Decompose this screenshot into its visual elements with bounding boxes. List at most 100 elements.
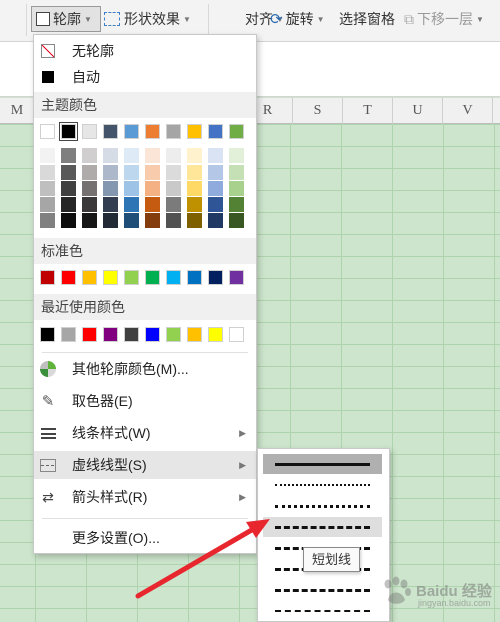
standard-color-swatch[interactable] (208, 270, 223, 285)
recent-color-swatch[interactable] (229, 327, 244, 342)
arrow-style-item[interactable]: ⇄ 箭头样式(R) ▶ (34, 483, 256, 511)
rotate-button[interactable]: ⟳ 旋转 ▼ (270, 6, 325, 32)
standard-color-swatch[interactable] (40, 270, 55, 285)
theme-shade-swatch[interactable] (145, 197, 160, 212)
theme-shade-swatch[interactable] (61, 165, 76, 180)
theme-shade-swatch[interactable] (82, 165, 97, 180)
dash-type-item[interactable]: 虚线线型(S) ▶ (34, 451, 256, 479)
standard-color-swatch[interactable] (61, 270, 76, 285)
theme-shade-swatch[interactable] (61, 197, 76, 212)
theme-color-swatch[interactable] (124, 124, 139, 139)
theme-shade-swatch[interactable] (124, 165, 139, 180)
theme-shade-swatch[interactable] (208, 213, 223, 228)
theme-color-swatch[interactable] (166, 124, 181, 139)
theme-shade-swatch[interactable] (82, 213, 97, 228)
theme-color-swatch[interactable] (145, 124, 160, 139)
theme-shade-swatch[interactable] (103, 213, 118, 228)
theme-color-swatch[interactable] (229, 124, 244, 139)
theme-shade-swatch[interactable] (82, 181, 97, 196)
standard-color-swatch[interactable] (103, 270, 118, 285)
theme-shade-swatch[interactable] (40, 165, 55, 180)
theme-shade-swatch[interactable] (40, 213, 55, 228)
theme-shade-swatch[interactable] (124, 148, 139, 163)
dash-type-option-long-dash-dot[interactable] (263, 580, 382, 600)
standard-color-swatch[interactable] (145, 270, 160, 285)
theme-shade-swatch[interactable] (208, 181, 223, 196)
theme-shade-swatch[interactable] (124, 197, 139, 212)
theme-shade-swatch[interactable] (229, 213, 244, 228)
theme-shade-swatch[interactable] (229, 165, 244, 180)
recent-color-swatch[interactable] (82, 327, 97, 342)
theme-color-swatch[interactable] (208, 124, 223, 139)
theme-shade-swatch[interactable] (61, 181, 76, 196)
standard-color-swatch[interactable] (82, 270, 97, 285)
theme-shade-swatch[interactable] (40, 148, 55, 163)
column-header-m[interactable]: M (0, 98, 35, 124)
more-outline-colors-item[interactable]: 其他轮廓颜色(M)... (34, 355, 256, 383)
standard-color-swatch[interactable] (124, 270, 139, 285)
recent-color-swatch[interactable] (166, 327, 181, 342)
recent-color-swatch[interactable] (40, 327, 55, 342)
theme-shade-swatch[interactable] (208, 197, 223, 212)
theme-shade-swatch[interactable] (187, 181, 202, 196)
theme-shade-swatch[interactable] (103, 148, 118, 163)
recent-color-swatch[interactable] (208, 327, 223, 342)
recent-color-swatch[interactable] (61, 327, 76, 342)
send-backward-button[interactable]: ⧉ 下移一层 ▼ (404, 6, 484, 32)
theme-shade-swatch[interactable] (187, 148, 202, 163)
theme-shade-swatch[interactable] (103, 197, 118, 212)
theme-shade-swatch[interactable] (103, 165, 118, 180)
theme-shade-swatch[interactable] (61, 213, 76, 228)
theme-shade-swatch[interactable] (187, 213, 202, 228)
theme-shade-swatch[interactable] (166, 181, 181, 196)
theme-shade-swatch[interactable] (229, 197, 244, 212)
selection-pane-button[interactable]: 选择窗格 (339, 6, 395, 32)
shape-effect-button[interactable]: 形状效果 ▼ (104, 6, 191, 32)
theme-shade-swatch[interactable] (82, 197, 97, 212)
theme-shade-swatch[interactable] (145, 181, 160, 196)
dash-type-option-dash[interactable] (263, 517, 382, 537)
standard-color-swatch[interactable] (229, 270, 244, 285)
theme-shade-swatch[interactable] (229, 148, 244, 163)
theme-shade-swatch[interactable] (166, 213, 181, 228)
recent-color-swatch[interactable] (103, 327, 118, 342)
dash-type-option-long-dash-dot-dot[interactable] (263, 601, 382, 621)
theme-shade-swatch[interactable] (208, 165, 223, 180)
line-style-item[interactable]: 线条样式(W) ▶ (34, 419, 256, 447)
theme-shade-swatch[interactable] (145, 148, 160, 163)
theme-shade-swatch[interactable] (229, 181, 244, 196)
dash-type-option-solid[interactable] (263, 454, 382, 474)
theme-shade-swatch[interactable] (82, 148, 97, 163)
recent-color-swatch[interactable] (145, 327, 160, 342)
theme-color-swatch[interactable] (187, 124, 202, 139)
no-outline-item[interactable]: 无轮廓 (34, 37, 256, 65)
column-header-v[interactable]: V (443, 98, 493, 124)
theme-shade-swatch[interactable] (124, 181, 139, 196)
theme-color-swatch[interactable] (103, 124, 118, 139)
theme-shade-swatch[interactable] (187, 165, 202, 180)
theme-shade-swatch[interactable] (103, 181, 118, 196)
theme-shade-swatch[interactable] (166, 197, 181, 212)
outline-button[interactable]: 轮廓 ▼ (31, 6, 101, 32)
theme-shade-swatch[interactable] (124, 213, 139, 228)
theme-shade-swatch[interactable] (166, 148, 181, 163)
dash-type-option-round-dot[interactable] (263, 475, 382, 495)
eyedropper-item[interactable]: ✎ 取色器(E) (34, 387, 256, 415)
theme-shade-swatch[interactable] (40, 181, 55, 196)
theme-color-swatch[interactable] (82, 124, 97, 139)
theme-shade-swatch[interactable] (187, 197, 202, 212)
dash-type-option-square-dot[interactable] (263, 496, 382, 516)
column-header-s[interactable]: S (293, 98, 343, 124)
more-settings-item[interactable]: 更多设置(O)... (34, 524, 256, 552)
theme-shade-swatch[interactable] (145, 165, 160, 180)
theme-shade-swatch[interactable] (166, 165, 181, 180)
column-header-t[interactable]: T (343, 98, 393, 124)
column-header-u[interactable]: U (393, 98, 443, 124)
recent-color-swatch[interactable] (124, 327, 139, 342)
theme-shade-swatch[interactable] (61, 148, 76, 163)
recent-color-swatch[interactable] (187, 327, 202, 342)
theme-shade-swatch[interactable] (208, 148, 223, 163)
theme-color-swatch[interactable] (59, 122, 78, 141)
theme-shade-swatch[interactable] (40, 197, 55, 212)
automatic-color-item[interactable]: 自动 (34, 63, 256, 91)
